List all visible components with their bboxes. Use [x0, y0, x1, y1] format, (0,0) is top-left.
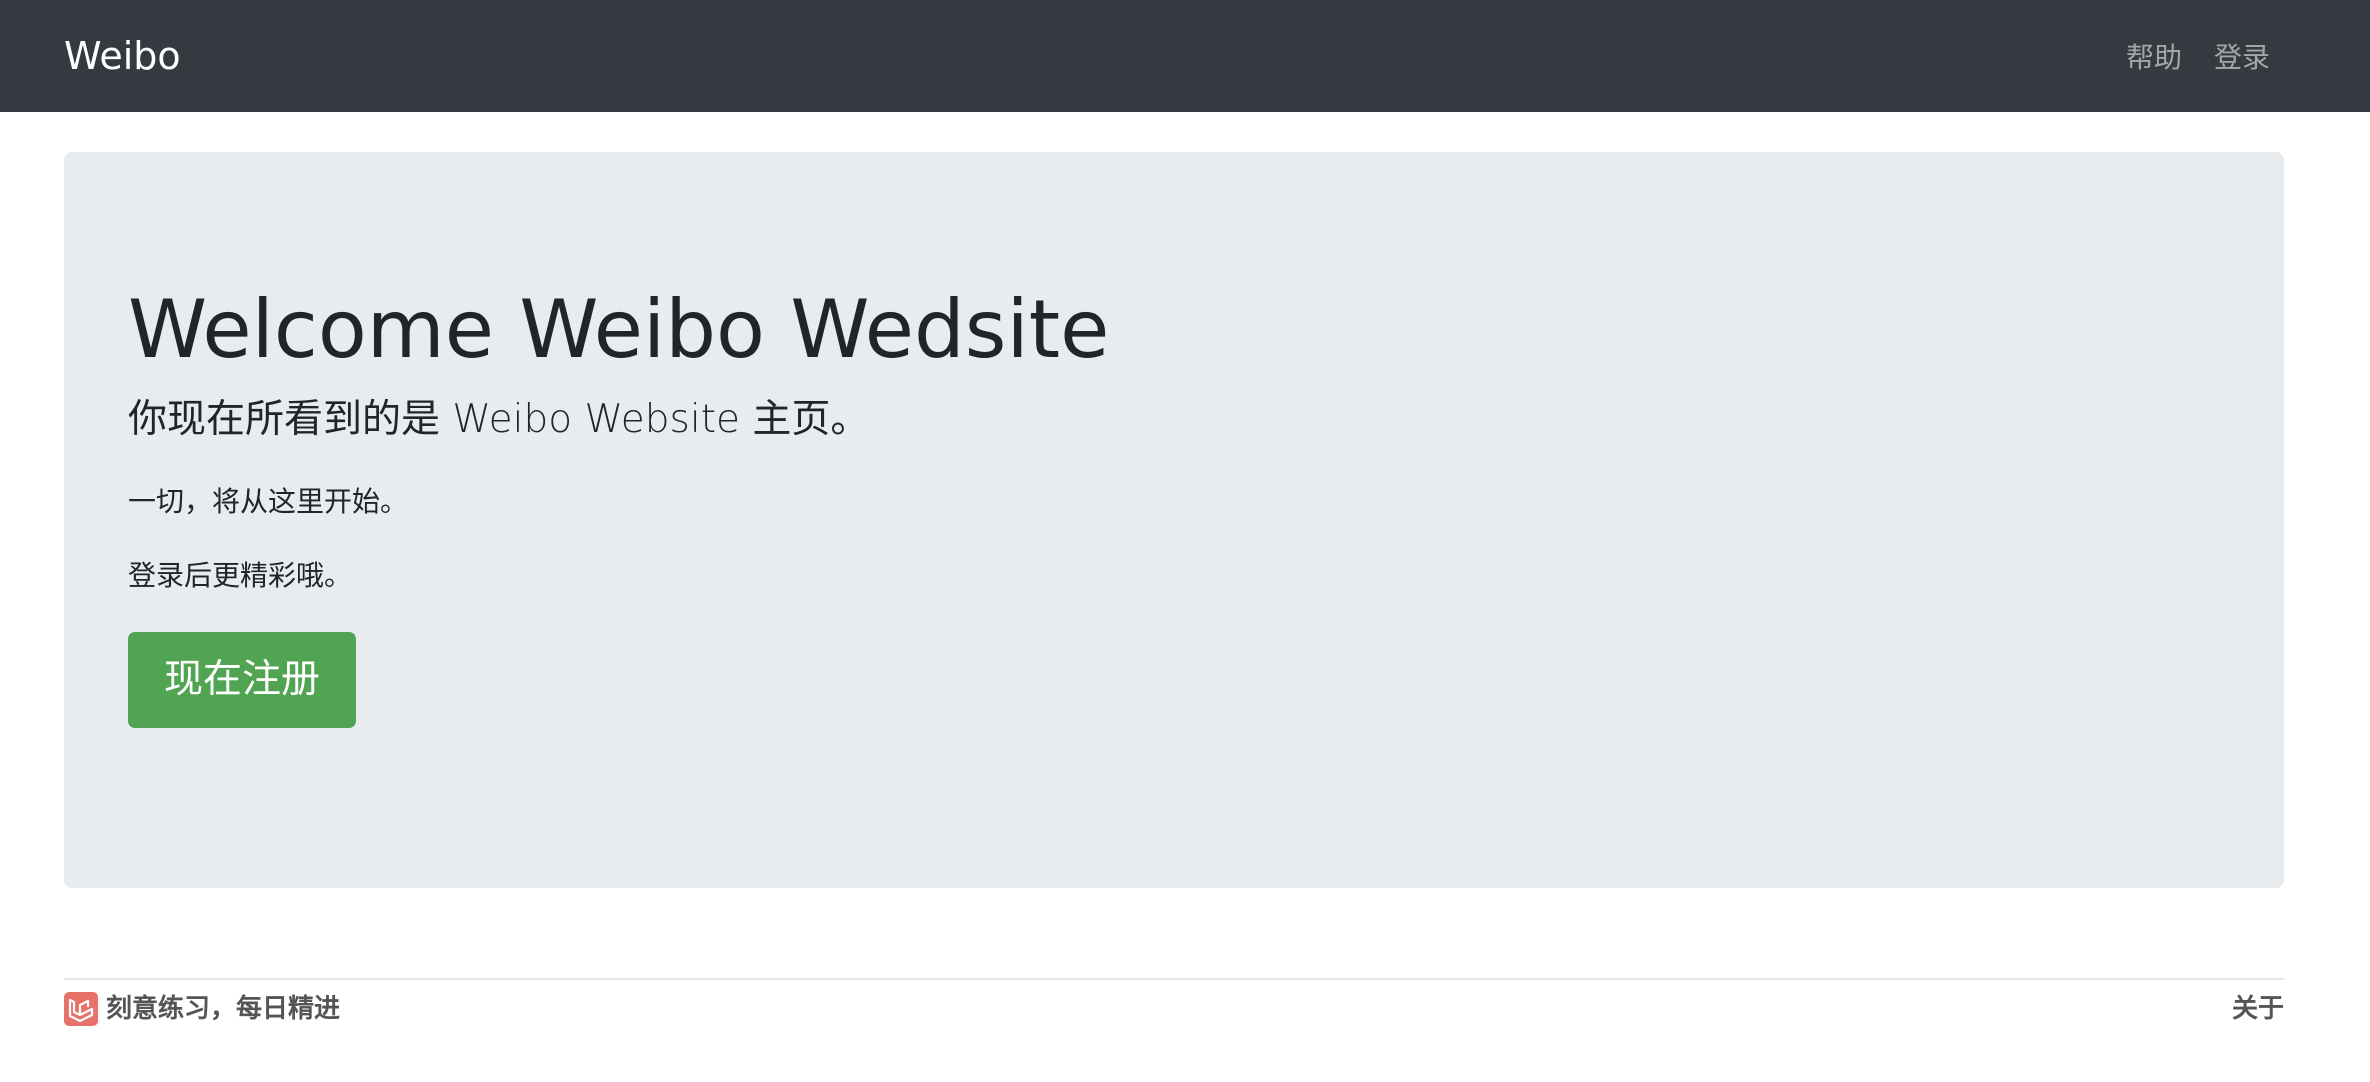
footer-brand: 刻意练习，每日精进 — [64, 992, 340, 1026]
page-footer: 刻意练习，每日精进 关于 — [64, 978, 2284, 1040]
laravel-logo-icon — [64, 992, 98, 1026]
hero-lead: 你现在所看到的是 Weibo Website 主页。 — [128, 397, 870, 442]
hero-paragraph-start: 一切，将从这里开始。 — [128, 485, 409, 518]
nav-links: 帮助 登录 — [2126, 36, 2270, 80]
footer-slogan: 刻意练习，每日精进 — [106, 994, 341, 1024]
nav-link-login[interactable]: 登录 — [2214, 36, 2270, 80]
footer-about-link[interactable]: 关于 — [2232, 992, 2284, 1026]
hero-paragraph-login: 登录后更精彩哦。 — [128, 559, 353, 592]
signup-button[interactable]: 现在注册 — [128, 632, 356, 728]
top-navbar: Weibo 帮助 登录 — [0, 0, 2370, 112]
hero-title: Welcome Weibo Wedsite — [128, 283, 1110, 376]
hero-jumbotron: Welcome Weibo Wedsite 你现在所看到的是 Weibo Web… — [64, 152, 2284, 888]
brand-link[interactable]: Weibo — [64, 28, 181, 84]
nav-link-help[interactable]: 帮助 — [2126, 36, 2182, 80]
